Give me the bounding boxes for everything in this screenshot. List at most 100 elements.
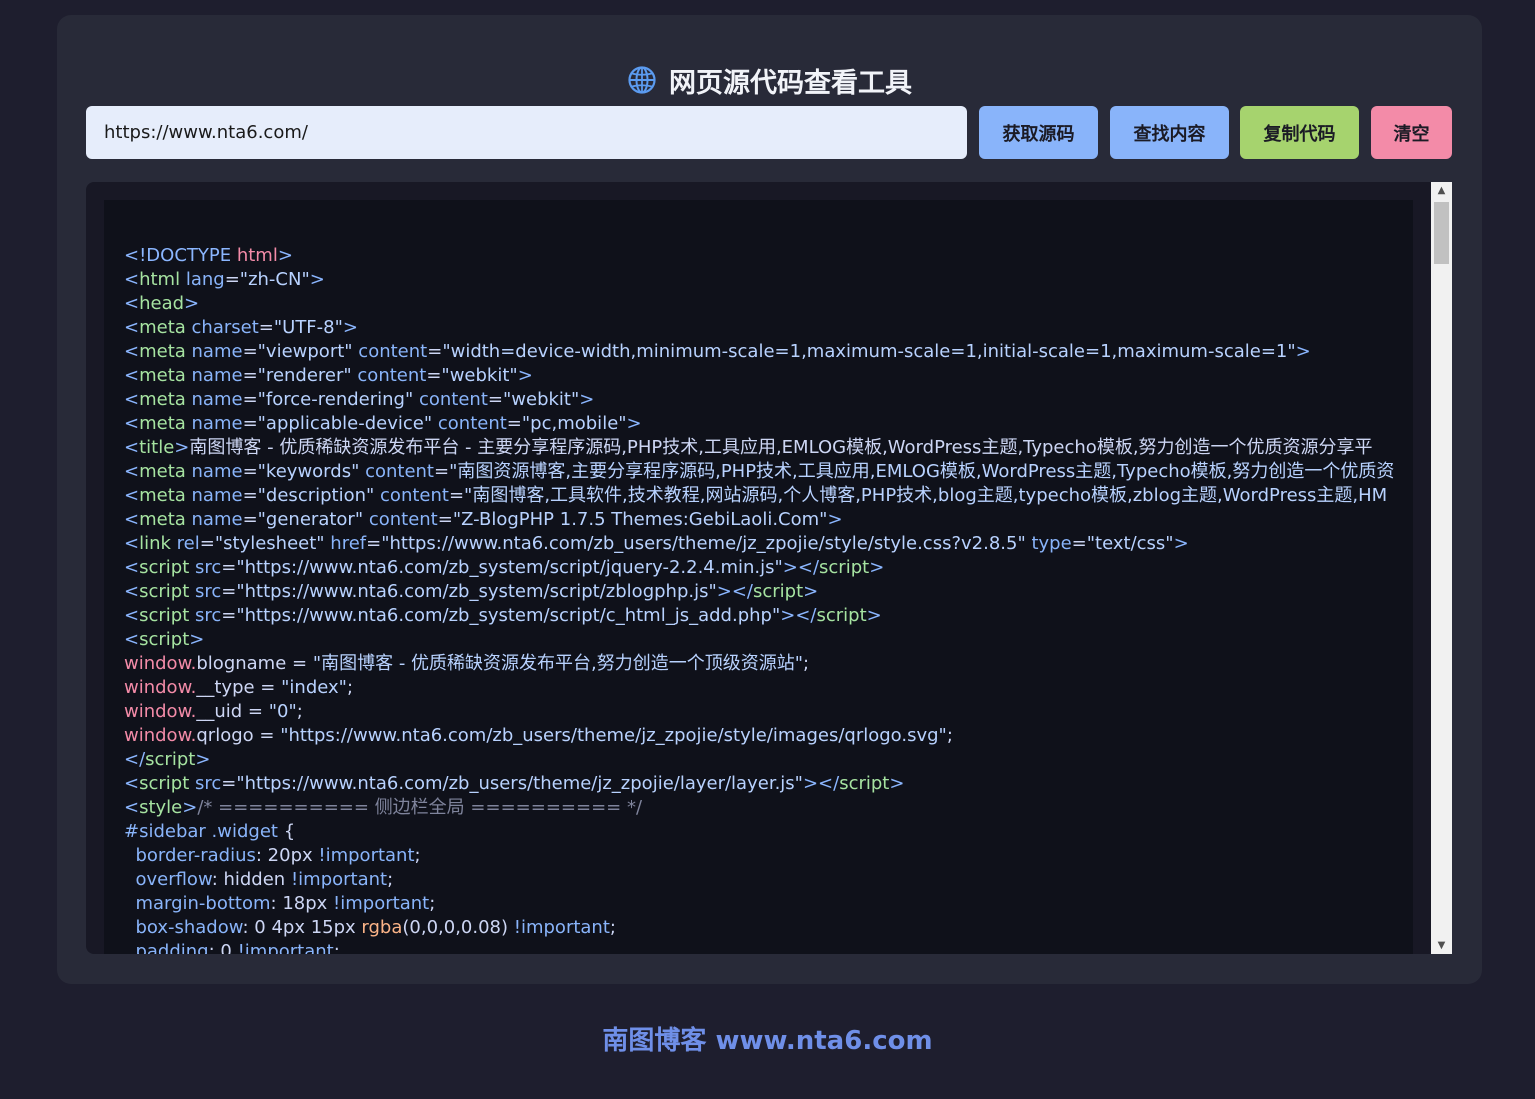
code-token: > xyxy=(277,245,293,266)
code-token: !important xyxy=(333,893,430,914)
code-token: src xyxy=(194,581,222,602)
code-line: <script src="https://www.nta6.com/zb_sys… xyxy=(124,604,1394,628)
code-token: > xyxy=(342,317,358,338)
code-line: <meta name="keywords" content="南图资源博客,主要… xyxy=(124,460,1394,484)
source-code-panel[interactable]: <!DOCTYPE html> <html lang="zh-CN"> <head>… xyxy=(86,182,1452,954)
code-token: 南图博客 - 优质稀缺资源发布平台 - 主要分享程序源码,PHP技术,工具应用,… xyxy=(189,437,1373,458)
code-token: > xyxy=(803,581,819,602)
code-token: content xyxy=(358,341,428,362)
code-token: !important xyxy=(237,941,334,954)
code-token: ; xyxy=(803,653,810,674)
code-token: style xyxy=(139,797,183,818)
code-token: ></ xyxy=(780,605,817,626)
code-token: "https://www.nta6.com/zb_users/theme/jz_… xyxy=(381,533,1032,554)
code-token: > xyxy=(309,269,325,290)
code-token: > xyxy=(195,749,211,770)
code-token: html xyxy=(139,269,186,290)
code-token: meta xyxy=(139,413,192,434)
code-token: = xyxy=(434,461,450,482)
code-token: __type = xyxy=(196,677,282,698)
code-token: = xyxy=(242,341,258,362)
code-line: <!DOCTYPE html> xyxy=(124,244,1394,268)
code-token: ; xyxy=(414,845,421,866)
code-token: !important xyxy=(513,917,610,938)
code-token: "https://www.nta6.com/zb_users/theme/jz_… xyxy=(280,725,947,746)
code-token: link xyxy=(139,533,177,554)
page-title-text: 网页源代码查看工具 xyxy=(669,67,912,99)
code-token: = xyxy=(242,509,258,530)
code-token: script xyxy=(139,605,195,626)
code-token: ; xyxy=(387,869,394,890)
code-token: > xyxy=(579,389,595,410)
url-input[interactable] xyxy=(86,106,967,159)
code-line: window.blogname = "南图博客 - 优质稀缺资源发布平台,努力创… xyxy=(124,652,1394,676)
source-code-view[interactable]: <!DOCTYPE html> <html lang="zh-CN"> <head>… xyxy=(104,200,1413,954)
code-token: = xyxy=(242,389,258,410)
code-token: < xyxy=(124,269,140,290)
code-token: content xyxy=(368,509,438,530)
code-token: "https://www.nta6.com/zb_system/script/c… xyxy=(236,605,781,626)
code-token: > xyxy=(626,413,642,434)
code-token: > xyxy=(1295,341,1311,362)
code-line: <style>/* ========== 侧边栏全局 ========== */ xyxy=(124,796,1394,820)
code-token: name xyxy=(191,461,243,482)
code-token: < xyxy=(124,317,140,338)
code-token: "zh-CN" xyxy=(239,269,310,290)
code-token: > xyxy=(889,773,905,794)
code-scrollbar[interactable]: ▲ ▼ xyxy=(1431,182,1452,954)
code-token: "UTF-8" xyxy=(273,317,343,338)
code-token: script xyxy=(139,629,190,650)
code-token: = xyxy=(1071,533,1087,554)
code-token: src xyxy=(194,605,222,626)
code-token: blogname = xyxy=(196,653,313,674)
code-token: name xyxy=(191,509,243,530)
code-token: < xyxy=(124,605,140,626)
code-token: < xyxy=(124,413,140,434)
code-token: script xyxy=(819,557,870,578)
code-token: window. xyxy=(124,725,197,746)
code-token: name xyxy=(191,413,243,434)
fetch-source-button[interactable]: 获取源码 xyxy=(979,106,1098,159)
scroll-down-arrow-icon[interactable]: ▼ xyxy=(1431,937,1452,954)
code-line: window.qrlogo = "https://www.nta6.com/zb… xyxy=(124,724,1394,748)
find-content-button[interactable]: 查找内容 xyxy=(1110,106,1229,159)
code-line: <script src="https://www.nta6.com/zb_use… xyxy=(124,772,1394,796)
code-token: href xyxy=(330,533,367,554)
code-token: qrlogo = xyxy=(196,725,281,746)
code-token: = xyxy=(221,773,237,794)
clear-button[interactable]: 清空 xyxy=(1371,106,1452,159)
code-token: < xyxy=(124,797,140,818)
code-token: (0,0,0,0.08) xyxy=(402,917,514,938)
code-token: = xyxy=(242,485,258,506)
code-token: ; xyxy=(333,941,340,954)
code-token: = xyxy=(242,413,258,434)
code-token: ; xyxy=(346,677,354,698)
scrollbar-thumb[interactable] xyxy=(1434,202,1449,264)
footer-brand: 南图博客 www.nta6.com xyxy=(602,1025,933,1056)
code-token: box-shadow xyxy=(135,917,243,938)
code-token: !important xyxy=(290,869,388,890)
code-token: "0" xyxy=(268,701,297,722)
code-token: "南图博客,工具软件,技术教程,网站源码,个人博客,PHP技术,blog主题,t… xyxy=(464,485,1388,506)
code-line: <meta name="applicable-device" content="… xyxy=(124,412,1394,436)
code-token: "https://www.nta6.com/zb_system/script/j… xyxy=(236,557,783,578)
code-token: : 20px xyxy=(255,845,319,866)
scroll-up-arrow-icon[interactable]: ▲ xyxy=(1431,182,1452,199)
code-token: "applicable-device" xyxy=(257,413,438,434)
code-line: box-shadow: 0 4px 15px rgba(0,0,0,0.08) … xyxy=(124,916,1394,940)
code-token: "keywords" xyxy=(257,461,366,482)
code-token: head xyxy=(139,293,185,314)
code-token: overflow xyxy=(135,869,212,890)
code-token: script xyxy=(145,749,196,770)
code-token: "南图博客 - 优质稀缺资源发布平台,努力创造一个顶级资源站" xyxy=(312,653,804,674)
copy-code-button[interactable]: 复制代码 xyxy=(1240,106,1359,159)
code-token: { xyxy=(277,821,296,842)
code-token: < xyxy=(124,485,140,506)
code-token: > xyxy=(174,437,190,458)
code-line: <meta charset="UTF-8"> xyxy=(124,316,1394,340)
code-token: title xyxy=(139,437,175,458)
code-token: < xyxy=(124,389,140,410)
code-token: meta xyxy=(139,317,192,338)
code-token: name xyxy=(191,365,243,386)
